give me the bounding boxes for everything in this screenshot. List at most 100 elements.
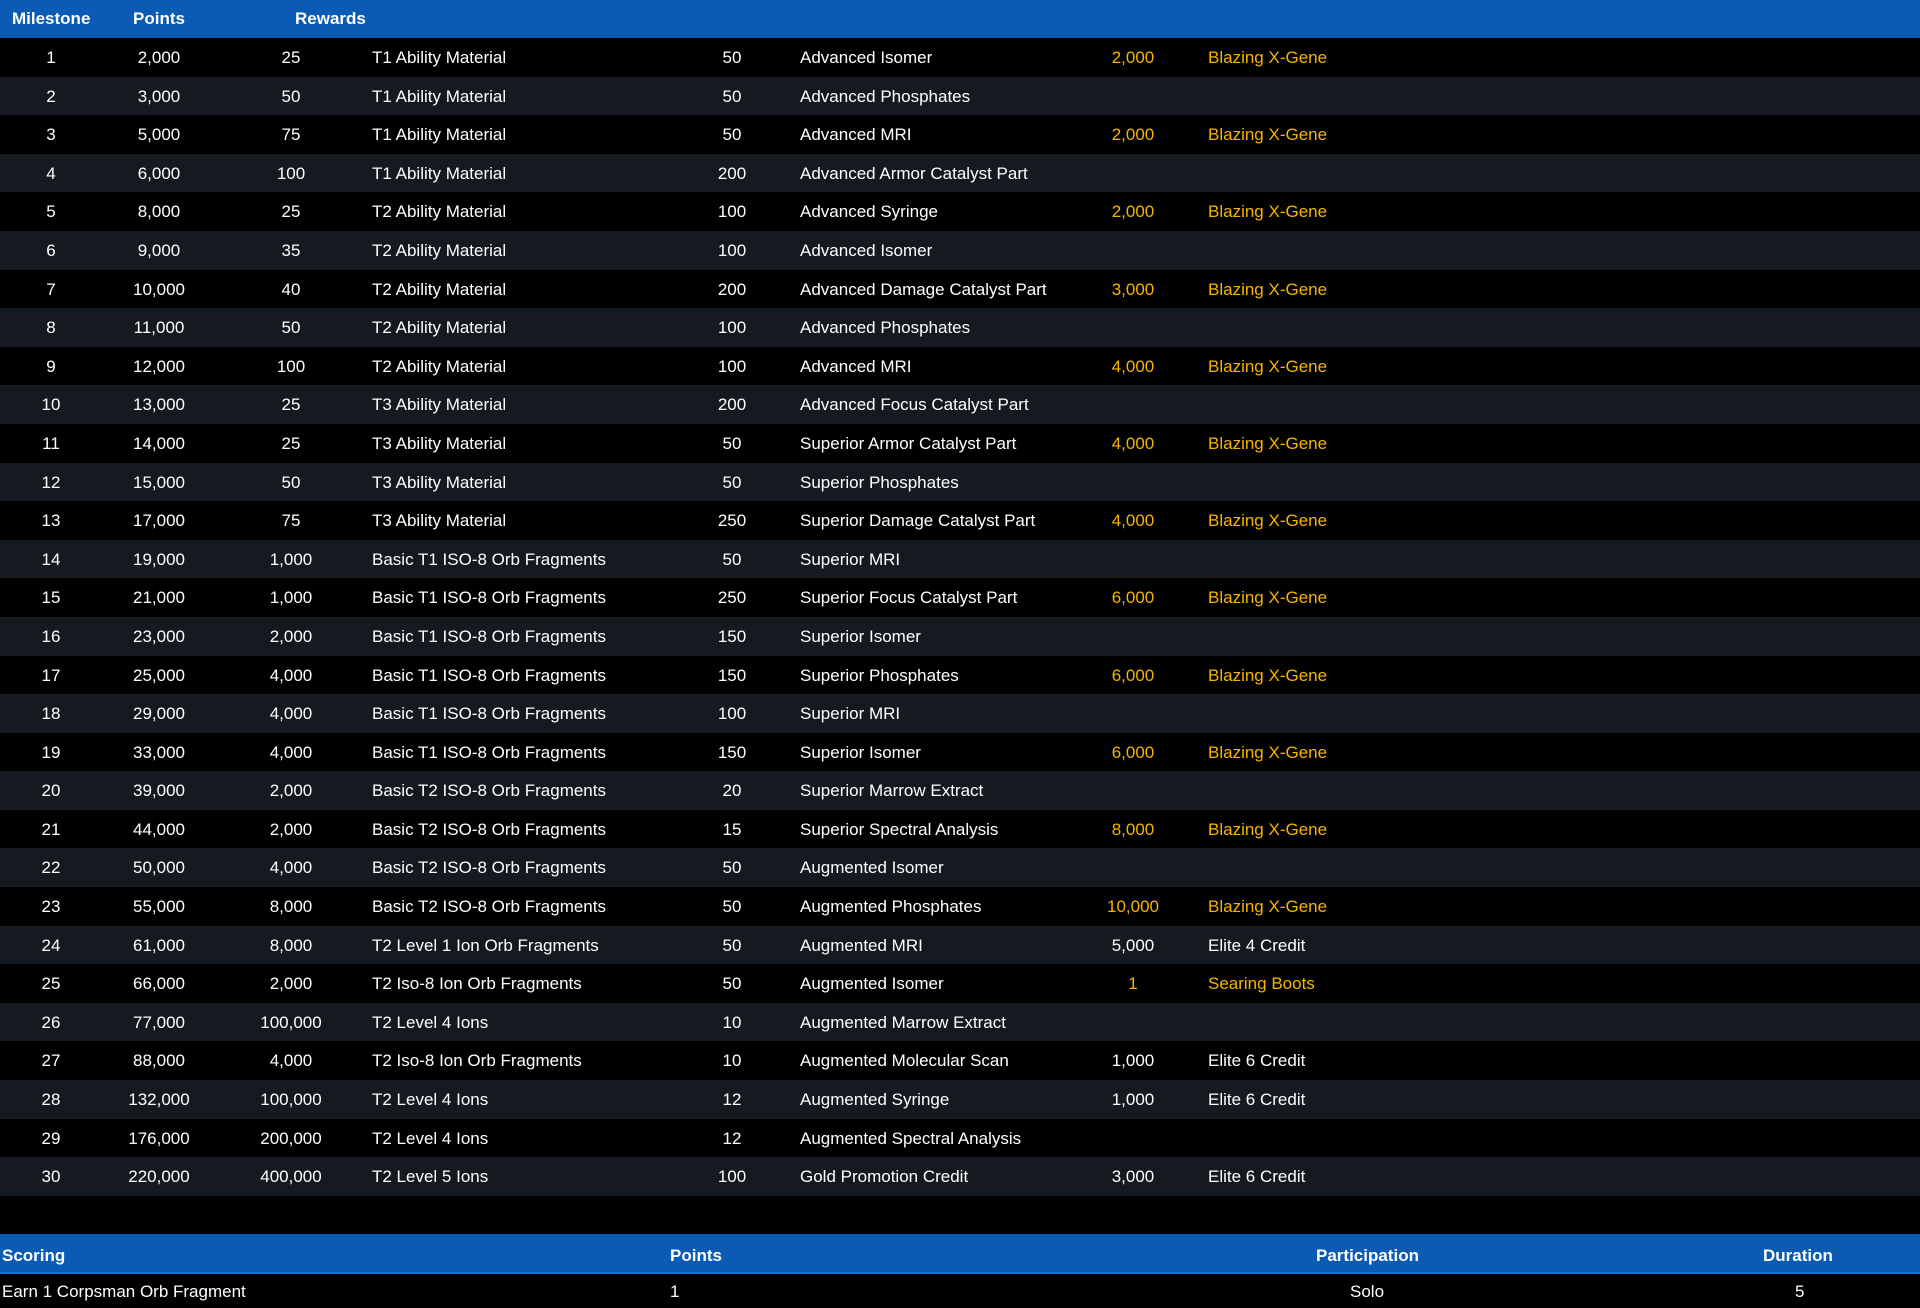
reward-2-quantity: 250 <box>717 511 747 531</box>
reward-2-name: Augmented MRI <box>800 935 923 955</box>
reward-1-quantity: 4,000 <box>269 1051 313 1071</box>
table-row: 28 132,000 100,000 T2 Level 4 Ions 12 Augment… <box>0 1080 1920 1119</box>
reward-3-name: Elite 6 Credit <box>1208 1167 1306 1187</box>
milestone-points: 21,000 <box>133 588 185 608</box>
milestone-points: 50,000 <box>133 858 185 878</box>
milestone-points: 39,000 <box>133 781 185 801</box>
milestone-points: 220,000 <box>128 1167 190 1187</box>
reward-1-quantity: 100,000 <box>260 1012 322 1032</box>
milestone-points: 66,000 <box>133 974 185 994</box>
milestone-points: 19,000 <box>133 549 185 569</box>
milestone-number: 29 <box>41 1128 61 1148</box>
reward-2-name: Augmented Spectral Analysis <box>800 1128 1022 1148</box>
reward-2-quantity: 50 <box>722 974 742 994</box>
reward-2-quantity: 100 <box>717 318 747 338</box>
reward-2-name: Augmented Molecular Scan <box>800 1051 1009 1071</box>
reward-2-quantity: 15 <box>722 819 742 839</box>
reward-2-quantity: 100 <box>717 356 747 376</box>
reward-1-name: T2 Level 5 Ions <box>372 1167 489 1187</box>
reward-3-quantity: 1,000 <box>1111 1051 1155 1071</box>
milestone-number: 21 <box>41 819 61 839</box>
reward-3-name: Blazing X-Gene <box>1208 511 1328 531</box>
reward-3-quantity: 6,000 <box>1111 742 1155 762</box>
reward-2-name: Advanced Syringe <box>800 202 938 222</box>
reward-2-name: Superior Phosphates <box>800 665 959 685</box>
reward-1-name: T2 Ability Material <box>372 279 507 299</box>
table-row: 25 66,000 2,000 T2 Iso-8 Ion Orb Fragments 5… <box>0 964 1920 1003</box>
header-duration: Duration <box>1763 1246 1833 1265</box>
table-row: 14 19,000 1,000 Basic T1 ISO-8 Orb Fragment… <box>0 539 1920 579</box>
milestone-points: 10,000 <box>133 279 185 299</box>
reward-1-quantity: 50 <box>281 318 301 338</box>
reward-1-quantity: 75 <box>281 125 301 145</box>
reward-2-name: Superior Phosphates <box>800 472 959 492</box>
reward-1-name: Basic T2 ISO-8 Orb Fragments <box>372 819 606 839</box>
reward-1-name: Basic T1 ISO-8 Orb Fragments <box>372 704 606 724</box>
reward-2-name: Superior MRI <box>800 704 901 724</box>
reward-3-name: Blazing X-Gene <box>1208 433 1328 453</box>
reward-3-quantity: 4,000 <box>1111 356 1155 376</box>
milestone-points: 176,000 <box>128 1128 190 1148</box>
table-row: 29 176,000 200,000 T2 Level 4 Ions 12 Augment… <box>0 1118 1920 1158</box>
milestone-number: 22 <box>41 858 61 878</box>
milestone-points: 8,000 <box>137 202 181 222</box>
table-row: 17 25,000 4,000 Basic T1 ISO-8 Orb Fragment… <box>0 655 1920 695</box>
reward-1-quantity: 100 <box>276 163 306 183</box>
reward-2-quantity: 250 <box>717 588 747 608</box>
table-row: 19 33,000 4,000 Basic T1 ISO-8 Orb Fragment… <box>0 732 1920 772</box>
table-row: 24 61,000 8,000 T2 Level 1 Ion Orb Fragment… <box>0 925 1920 965</box>
reward-1-name: Basic T1 ISO-8 Orb Fragments <box>372 665 606 685</box>
reward-2-quantity: 100 <box>717 1167 747 1187</box>
table-spacer <box>0 1196 1920 1234</box>
milestone-points: 17,000 <box>133 511 185 531</box>
milestone-number: 11 <box>42 433 60 453</box>
reward-2-quantity: 50 <box>722 472 742 492</box>
milestone-points: 29,000 <box>133 704 185 724</box>
reward-1-quantity: 2,000 <box>269 819 313 839</box>
scoring-row: Earn 1 Corpsman Orb Fragment 1 Solo 5 <box>0 1274 1920 1308</box>
reward-3-quantity: 2,000 <box>1111 125 1155 145</box>
reward-1-name: T1 Ability Material <box>372 163 507 183</box>
reward-3-name: Blazing X-Gene <box>1208 356 1328 376</box>
table-row: 20 39,000 2,000 Basic T2 ISO-8 Orb Fragment… <box>0 771 1920 810</box>
reward-1-quantity: 8,000 <box>269 897 313 917</box>
milestone-number: 30 <box>41 1167 61 1187</box>
reward-2-name: Superior Focus Catalyst Part <box>800 588 1018 608</box>
reward-2-name: Advanced Phosphates <box>800 86 971 106</box>
reward-1-name: Basic T2 ISO-8 Orb Fragments <box>372 781 606 801</box>
reward-1-quantity: 4,000 <box>269 742 313 762</box>
table-row: 23 55,000 8,000 Basic T2 ISO-8 Orb Fragment… <box>0 887 1920 926</box>
milestone-number: 4 <box>46 163 56 183</box>
milestone-points: 3,000 <box>137 86 181 106</box>
table-row: 5 8,000 25 T2 Ability Material 100 Advanced S… <box>0 192 1920 231</box>
reward-2-name: Superior Marrow Extract <box>800 781 984 801</box>
reward-3-quantity: 3,000 <box>1111 279 1155 299</box>
table-row: 2 3,000 50 T1 Ability Material 50 Advanced Ph… <box>0 76 1920 116</box>
reward-1-name: T2 Level 1 Ion Orb Fragments <box>372 935 599 955</box>
reward-2-quantity: 10 <box>722 1051 742 1071</box>
reward-3-quantity: 3,000 <box>1111 1167 1155 1187</box>
reward-1-quantity: 200,000 <box>260 1128 322 1148</box>
reward-1-quantity: 50 <box>281 472 301 492</box>
table-row: 13 17,000 75 T3 Ability Material 250 Superior… <box>0 501 1920 540</box>
table-row: 4 6,000 100 T1 Ability Material 200 Advanced … <box>0 153 1920 193</box>
reward-2-name: Augmented Isomer <box>800 858 944 878</box>
reward-1-quantity: 25 <box>281 202 301 222</box>
reward-1-quantity: 100,000 <box>260 1090 322 1110</box>
reward-1-name: T3 Ability Material <box>372 433 507 453</box>
milestone-points: 44,000 <box>133 819 185 839</box>
reward-2-name: Superior Isomer <box>800 626 921 646</box>
header-scoring-points: Points <box>670 1246 722 1265</box>
reward-2-quantity: 200 <box>717 395 747 415</box>
table-row: 8 11,000 50 T2 Ability Material 100 Advanced … <box>0 308 1920 347</box>
milestone-points: 33,000 <box>133 742 185 762</box>
reward-3-quantity: 1 <box>1128 974 1138 994</box>
reward-3-quantity: 4,000 <box>1111 511 1155 531</box>
milestone-points: 15,000 <box>133 472 185 492</box>
milestone-number: 27 <box>41 1051 61 1071</box>
milestone-number: 16 <box>41 626 61 646</box>
reward-1-quantity: 2,000 <box>269 974 313 994</box>
reward-1-quantity: 1,000 <box>269 549 313 569</box>
reward-3-name: Searing Boots <box>1208 974 1315 994</box>
milestone-points: 9,000 <box>137 240 181 260</box>
